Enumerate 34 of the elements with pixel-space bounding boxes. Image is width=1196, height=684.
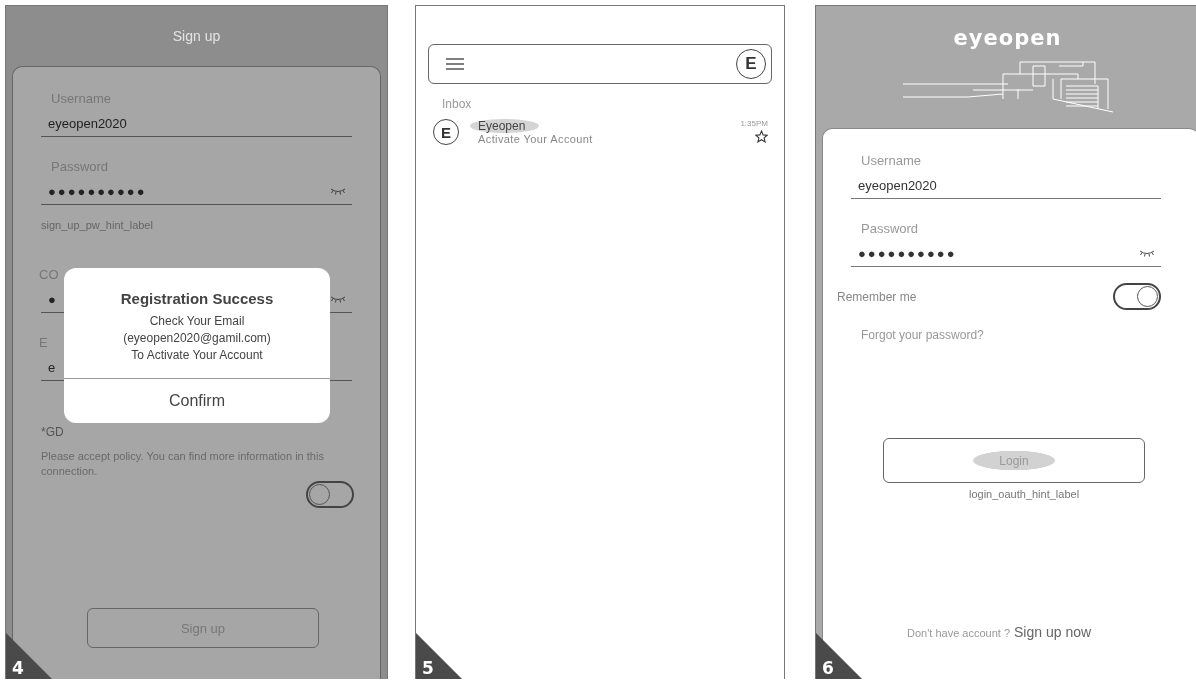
policy-text: Please accept policy. You can find more information in this connection. xyxy=(41,449,325,479)
password-field[interactable]: ●●●●●●●●●● xyxy=(851,244,1161,267)
eye-closed-icon[interactable] xyxy=(330,295,346,303)
email-subject: Activate Your Account xyxy=(478,133,593,145)
folder-label: Inbox xyxy=(442,97,472,111)
screen-title: Sign up xyxy=(172,28,221,44)
field-label: Username xyxy=(861,153,921,168)
page-number-badge: 5 xyxy=(416,633,462,679)
confirm-button[interactable]: Confirm xyxy=(64,378,330,423)
menu-icon[interactable] xyxy=(446,58,464,70)
toggle-switch[interactable] xyxy=(306,481,354,508)
eye-closed-icon[interactable] xyxy=(330,187,346,195)
logo: eyeopen xyxy=(953,26,1062,50)
email-time: 1:35PM xyxy=(740,119,768,128)
text-field[interactable]: eyeopen2020 xyxy=(851,176,1161,199)
dialog-message: Check Your Email xyxy=(149,313,245,330)
hint-label: sign_up_pw_hint_label xyxy=(41,219,153,231)
remember-me-label: Remember me xyxy=(837,289,917,304)
dialog-message: (eyeopen2020@gamil.com) xyxy=(123,330,271,347)
sign-up-link[interactable]: Sign up now xyxy=(1014,624,1092,640)
sender-name: Eyeopen xyxy=(470,119,540,133)
field-label: Password xyxy=(861,221,919,236)
star-icon[interactable] xyxy=(755,130,768,143)
search-bar[interactable]: E xyxy=(428,44,772,84)
email-row[interactable]: E Eyeopen Activate Your Account 1:35PM xyxy=(433,119,772,145)
toggle-switch[interactable] xyxy=(1113,283,1161,310)
signup-prompt: Don't have account ? xyxy=(907,627,1010,639)
text-field[interactable]: eyeopen2020 xyxy=(41,114,352,137)
eye-closed-icon[interactable] xyxy=(1139,249,1155,257)
field-label: *GD xyxy=(41,425,64,439)
dialog-title: Registration Success xyxy=(120,290,274,307)
password-field[interactable]: ●●●●●●●●●● xyxy=(41,182,352,205)
dialog-message: To Activate Your Account xyxy=(131,347,263,364)
hint-label: login_oauth_hint_label xyxy=(969,488,1080,500)
